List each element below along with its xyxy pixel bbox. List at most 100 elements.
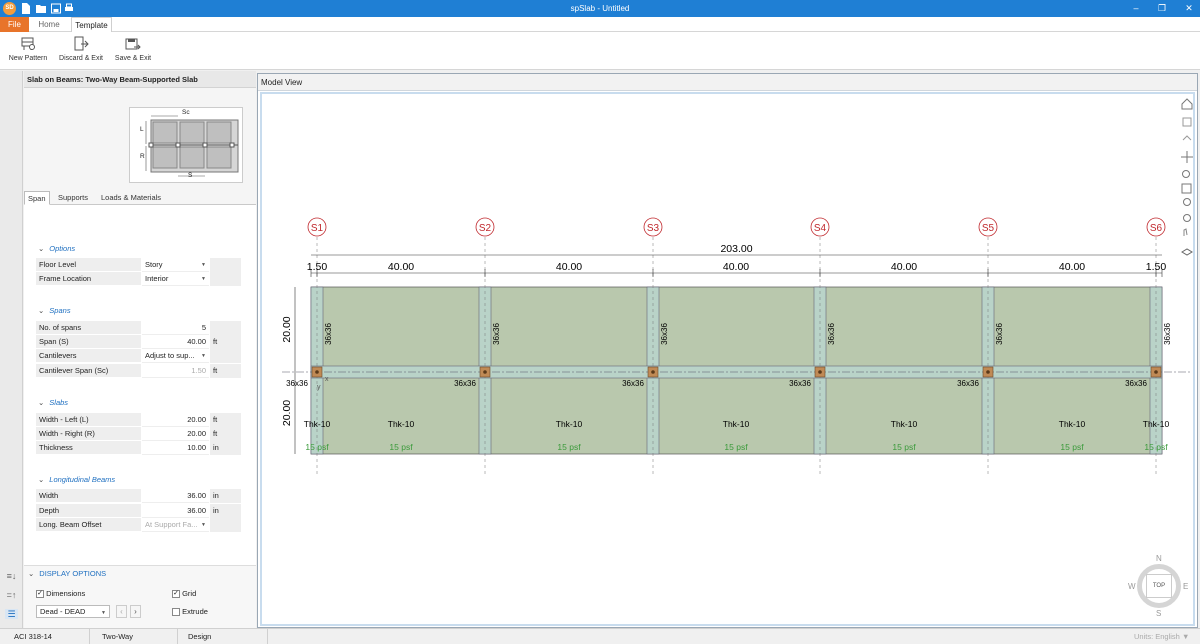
beam-offset-select[interactable]: At Support Fa... ▼	[142, 518, 209, 532]
no-of-spans-input[interactable]: 5	[142, 321, 209, 335]
support-label: S1	[311, 223, 324, 234]
view-cube-top[interactable]: TOP	[1146, 574, 1172, 598]
thickness-label: Thk-10	[304, 419, 331, 429]
section-options[interactable]: ⌄ Options	[38, 244, 75, 253]
compass-west: W	[1128, 582, 1136, 591]
row-cantilevers: Cantilevers Adjust to sup... ▼	[36, 349, 241, 363]
beam-offset-value: At Support Fa...	[145, 520, 198, 529]
beam-size-label: 36x36	[324, 323, 333, 345]
beam-size-label: 36x36	[492, 323, 501, 345]
close-icon[interactable]: ✕	[1183, 3, 1195, 14]
status-system: Two-Way	[98, 629, 178, 644]
pan-icon[interactable]	[1181, 151, 1193, 163]
model-canvas[interactable]: S1 36x36 36x36 S2 36x36 36x36 S3 36x36 36x36 S4 36…	[260, 92, 1195, 626]
zoom-in-icon[interactable]	[1183, 198, 1191, 206]
thickness-label: Thk-10	[1143, 419, 1170, 429]
beam-size-label: 36x36	[827, 323, 836, 345]
beam-width-input[interactable]: 36.00	[142, 489, 209, 503]
beam-depth-input[interactable]: 36.00	[142, 504, 209, 518]
model-drawing[interactable]: S1 36x36 36x36 S2 36x36 36x36 S3 36x36 36x36 S4 36…	[262, 94, 1197, 628]
section-spans[interactable]: ⌄ Spans	[38, 306, 71, 315]
beam-size-label: 36x36	[1163, 323, 1172, 345]
dimensions-checkbox[interactable]: ✓ Dimensions	[36, 589, 86, 599]
extrude-checkbox[interactable]: Extrude	[172, 607, 208, 617]
span-s-unit: ft	[210, 335, 241, 349]
cantilevers-select[interactable]: Adjust to sup... ▼	[142, 349, 209, 363]
thickness-label: Thickness	[36, 441, 141, 455]
ribbon-tabs: File Home Template	[0, 17, 1200, 32]
beam-size-label: 36x36	[995, 323, 1004, 345]
width-left-input[interactable]: 20.00	[142, 413, 209, 427]
load-label: 15 psf	[305, 442, 329, 452]
dimensions-label: Dimensions	[46, 589, 86, 598]
tab-loads-materials[interactable]: Loads & Materials	[98, 191, 164, 205]
hand-icon[interactable]	[1183, 228, 1188, 236]
column-size-label: 36x36	[286, 379, 308, 388]
thickness-label: Thk-10	[388, 419, 415, 429]
load-label: 15 psf	[389, 442, 413, 452]
zoom-extents-icon[interactable]	[1181, 183, 1192, 194]
restore-icon[interactable]: ❐	[1156, 3, 1168, 14]
extrude-label: Extrude	[182, 607, 208, 616]
slab-diagram-icon	[145, 115, 239, 177]
property-grid: ⌄ Options Floor Level Story ▼ Frame Locati…	[24, 205, 256, 565]
row-width-left: Width - Left (L) 20.00 ft	[36, 413, 241, 427]
minimize-icon[interactable]: –	[1130, 3, 1142, 14]
view-cube-icon[interactable]	[1181, 248, 1193, 256]
checkmark-icon: ✓	[36, 590, 44, 599]
span-s-input[interactable]: 40.00	[142, 335, 209, 349]
dropdown-arrow-icon: ▼	[201, 262, 206, 268]
frame-location-unit	[210, 272, 241, 286]
tab-supports[interactable]: Supports	[55, 191, 91, 205]
tab-home[interactable]: Home	[32, 17, 66, 32]
section-options-title: Options	[49, 244, 76, 253]
column-center	[651, 370, 655, 374]
tab-file[interactable]: File	[0, 17, 29, 32]
grid-label: Grid	[182, 589, 197, 598]
rotate-icon[interactable]	[1182, 135, 1192, 141]
row-beam-width: Width 36.00 in	[36, 489, 241, 503]
column-center	[986, 370, 990, 374]
total-length-label: 203.00	[720, 243, 752, 255]
menu-icon[interactable]: ☰	[5, 609, 18, 619]
sort-down-icon[interactable]: ≡↓	[5, 571, 18, 581]
zoom-out-icon[interactable]	[1183, 214, 1191, 222]
tab-template[interactable]: Template	[71, 17, 112, 32]
home-view-icon[interactable]	[1181, 98, 1193, 110]
chevron-down-icon: ⌄	[38, 398, 45, 407]
tab-span[interactable]: Span	[24, 191, 50, 205]
display-options-header[interactable]: ⌄ DISPLAY OPTIONS	[28, 569, 106, 578]
frame-location-select[interactable]: Interior ▼	[142, 272, 209, 286]
row-frame-location: Frame Location Interior ▼	[36, 272, 241, 286]
column-size-label: 36x36	[789, 379, 811, 388]
zoom-window-icon[interactable]	[1182, 117, 1192, 127]
section-beams[interactable]: ⌄ Longitudinal Beams	[38, 475, 115, 484]
sort-up-icon[interactable]: =↑	[5, 590, 18, 600]
span-s-label: Span (S)	[36, 335, 141, 349]
thumb-s-label: S	[188, 172, 193, 179]
chevron-down-icon: ⌄	[38, 475, 45, 484]
no-of-spans-label: No. of spans	[36, 321, 141, 335]
grid-checkbox[interactable]: ✓ Grid	[172, 589, 197, 599]
beam-offset-unit	[210, 518, 241, 532]
thickness-input[interactable]: 10.00	[142, 441, 209, 455]
thumb-l-label: L	[140, 126, 144, 133]
ribbon: New Pattern Discard & Exit Save & Exit	[0, 32, 1200, 70]
frame-location-value: Interior	[145, 274, 169, 283]
column-center	[315, 370, 319, 374]
section-beams-title: Longitudinal Beams	[49, 475, 116, 484]
units-select[interactable]: Units: English ▼	[1130, 629, 1200, 644]
cantilever-span-input[interactable]: 1.50	[142, 364, 209, 378]
floor-level-select[interactable]: Story ▼	[142, 258, 209, 272]
next-load-button[interactable]: ›	[130, 605, 141, 618]
section-slabs[interactable]: ⌄ Slabs	[38, 398, 68, 407]
width-right-label: Width - Right (R)	[36, 427, 141, 441]
prev-load-button[interactable]: ‹	[116, 605, 127, 618]
new-pattern-button[interactable]: New Pattern	[8, 36, 48, 62]
save-exit-button[interactable]: Save & Exit	[114, 36, 152, 62]
width-left-label: Width - Left (L)	[36, 413, 141, 427]
zoom-icon[interactable]	[1182, 170, 1190, 178]
load-case-select[interactable]: Dead - DEAD ▼	[36, 605, 110, 618]
discard-exit-button[interactable]: Discard & Exit	[58, 36, 104, 62]
width-right-input[interactable]: 20.00	[142, 427, 209, 441]
